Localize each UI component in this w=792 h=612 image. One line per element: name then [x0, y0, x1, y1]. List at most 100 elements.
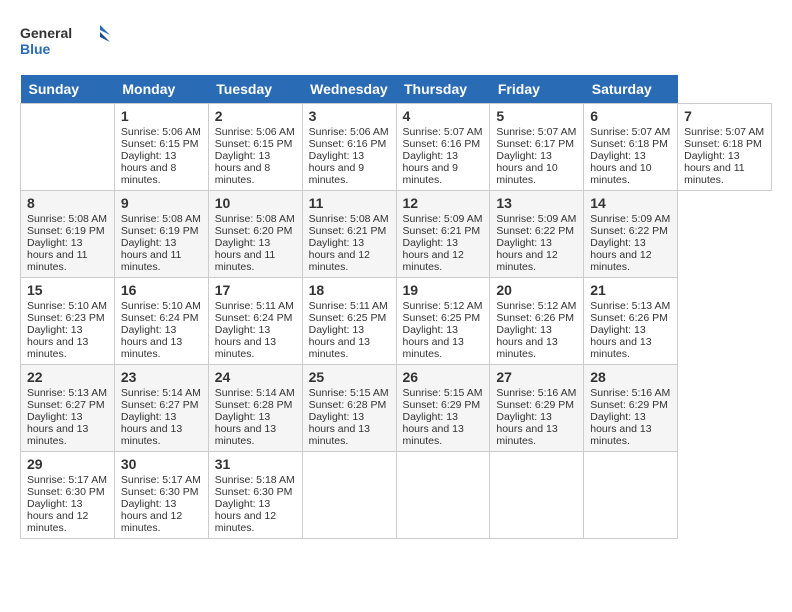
sunset-info: Sunset: 6:15 PM [215, 138, 296, 150]
sunrise-info: Sunrise: 5:08 AM [27, 213, 108, 225]
sunset-info: Sunset: 6:24 PM [215, 312, 296, 324]
sunrise-info: Sunrise: 5:17 AM [27, 474, 108, 486]
daylight-info: Daylight: 13 hours and 13 minutes. [27, 324, 108, 360]
sunset-info: Sunset: 6:30 PM [27, 486, 108, 498]
sunrise-info: Sunrise: 5:16 AM [496, 387, 577, 399]
calendar-cell: 14Sunrise: 5:09 AMSunset: 6:22 PMDayligh… [584, 191, 678, 278]
calendar-cell: 3Sunrise: 5:06 AMSunset: 6:16 PMDaylight… [302, 104, 396, 191]
day-header-wednesday: Wednesday [302, 75, 396, 104]
sunrise-info: Sunrise: 5:18 AM [215, 474, 296, 486]
calendar-cell: 8Sunrise: 5:08 AMSunset: 6:19 PMDaylight… [21, 191, 115, 278]
day-number: 19 [403, 282, 484, 298]
sunset-info: Sunset: 6:16 PM [309, 138, 390, 150]
sunrise-info: Sunrise: 5:06 AM [215, 126, 296, 138]
day-number: 28 [590, 369, 671, 385]
calendar-cell: 23Sunrise: 5:14 AMSunset: 6:27 PMDayligh… [114, 365, 208, 452]
daylight-info: Daylight: 13 hours and 13 minutes. [590, 411, 671, 447]
calendar-cell: 4Sunrise: 5:07 AMSunset: 6:16 PMDaylight… [396, 104, 490, 191]
day-number: 29 [27, 456, 108, 472]
day-number: 8 [27, 195, 108, 211]
sunset-info: Sunset: 6:27 PM [121, 399, 202, 411]
calendar-week-4: 22Sunrise: 5:13 AMSunset: 6:27 PMDayligh… [21, 365, 772, 452]
daylight-info: Daylight: 13 hours and 13 minutes. [121, 324, 202, 360]
svg-text:Blue: Blue [20, 41, 51, 57]
daylight-info: Daylight: 13 hours and 13 minutes. [403, 411, 484, 447]
daylight-info: Daylight: 13 hours and 10 minutes. [496, 150, 577, 186]
daylight-info: Daylight: 13 hours and 13 minutes. [309, 324, 390, 360]
calendar-cell: 28Sunrise: 5:16 AMSunset: 6:29 PMDayligh… [584, 365, 678, 452]
calendar-cell: 13Sunrise: 5:09 AMSunset: 6:22 PMDayligh… [490, 191, 584, 278]
calendar-week-5: 29Sunrise: 5:17 AMSunset: 6:30 PMDayligh… [21, 452, 772, 539]
calendar-cell: 31Sunrise: 5:18 AMSunset: 6:30 PMDayligh… [208, 452, 302, 539]
calendar-cell: 30Sunrise: 5:17 AMSunset: 6:30 PMDayligh… [114, 452, 208, 539]
calendar-cell: 19Sunrise: 5:12 AMSunset: 6:25 PMDayligh… [396, 278, 490, 365]
sunset-info: Sunset: 6:23 PM [27, 312, 108, 324]
day-number: 31 [215, 456, 296, 472]
calendar-cell: 26Sunrise: 5:15 AMSunset: 6:29 PMDayligh… [396, 365, 490, 452]
day-number: 6 [590, 108, 671, 124]
sunrise-info: Sunrise: 5:17 AM [121, 474, 202, 486]
day-number: 4 [403, 108, 484, 124]
sunset-info: Sunset: 6:28 PM [309, 399, 390, 411]
day-number: 21 [590, 282, 671, 298]
calendar-cell [490, 452, 584, 539]
day-number: 5 [496, 108, 577, 124]
calendar-week-2: 8 Sunrise: 5:08 AM Sunset: 6:19 PM Daylight… [21, 191, 772, 278]
daylight-info: Daylight: 13 hours and 13 minutes. [215, 324, 296, 360]
sunset-info: Sunset: 6:29 PM [590, 399, 671, 411]
daylight-info: Daylight: 13 hours and 13 minutes. [496, 411, 577, 447]
sunrise-info: Sunrise: 5:14 AM [215, 387, 296, 399]
daylight-info: Daylight: 13 hours and 11 minutes. [684, 150, 765, 186]
sunset-info: Sunset: 6:25 PM [403, 312, 484, 324]
day-number: 18 [309, 282, 390, 298]
sunrise-info: Sunrise: 5:10 AM [27, 300, 108, 312]
sunset-info: Sunset: 6:29 PM [496, 399, 577, 411]
calendar-cell: 12Sunrise: 5:09 AMSunset: 6:21 PMDayligh… [396, 191, 490, 278]
sunset-info: Sunset: 6:30 PM [215, 486, 296, 498]
day-number: 15 [27, 282, 108, 298]
sunrise-info: Sunrise: 5:10 AM [121, 300, 202, 312]
daylight-info: Daylight: 13 hours and 12 minutes. [121, 498, 202, 534]
sunrise-info: Sunrise: 5:12 AM [496, 300, 577, 312]
sunrise-info: Sunrise: 5:11 AM [215, 300, 296, 312]
sunrise-info: Sunrise: 5:08 AM [309, 213, 390, 225]
day-number: 12 [403, 195, 484, 211]
calendar-cell: 17Sunrise: 5:11 AMSunset: 6:24 PMDayligh… [208, 278, 302, 365]
sunrise-info: Sunrise: 5:12 AM [403, 300, 484, 312]
calendar-week-1: 1 Sunrise: 5:06 AMSunset: 6:15 PM Daylight… [21, 104, 772, 191]
day-number: 11 [309, 195, 390, 211]
sunset-info: Sunset: 6:25 PM [309, 312, 390, 324]
calendar-cell: 29Sunrise: 5:17 AMSunset: 6:30 PMDayligh… [21, 452, 115, 539]
day-number: 9 [121, 195, 202, 211]
daylight-info: Daylight: 13 hours and 11 minutes. [27, 237, 108, 273]
logo: General Blue [20, 20, 110, 65]
day-number: 26 [403, 369, 484, 385]
calendar-cell [396, 452, 490, 539]
sunset-info: Sunset: 6:18 PM [590, 138, 671, 150]
sunset-info: Sunset: 6:30 PM [121, 486, 202, 498]
sunset-info: Sunset: 6:26 PM [496, 312, 577, 324]
sunset-info: Sunset: 6:17 PM [496, 138, 577, 150]
sunset-info: Sunset: 6:29 PM [403, 399, 484, 411]
daylight-info: Daylight: 13 hours and 11 minutes. [215, 237, 296, 273]
daylight-info: Daylight: 13 hours and 13 minutes. [590, 324, 671, 360]
daylight-info: Daylight: 13 hours and 13 minutes. [121, 411, 202, 447]
sunrise-info: Sunrise: 5:13 AM [27, 387, 108, 399]
day-header-tuesday: Tuesday [208, 75, 302, 104]
day-number: 3 [309, 108, 390, 124]
calendar-cell: 22Sunrise: 5:13 AMSunset: 6:27 PMDayligh… [21, 365, 115, 452]
calendar-cell [584, 452, 678, 539]
day-number: 27 [496, 369, 577, 385]
calendar-week-3: 15Sunrise: 5:10 AMSunset: 6:23 PMDayligh… [21, 278, 772, 365]
day-number: 1 [121, 108, 202, 124]
calendar-cell: 5Sunrise: 5:07 AMSunset: 6:17 PMDaylight… [490, 104, 584, 191]
sunrise-info: Sunrise: 5:11 AM [309, 300, 390, 312]
day-header-friday: Friday [490, 75, 584, 104]
daylight-info: Daylight: 13 hours and 12 minutes. [403, 237, 484, 273]
sunset-info: Sunset: 6:19 PM [121, 225, 202, 237]
day-number: 22 [27, 369, 108, 385]
calendar-cell [302, 452, 396, 539]
daylight-info: Daylight: 13 hours and 9 minutes. [309, 150, 390, 186]
daylight-info: Daylight: 13 hours and 13 minutes. [496, 324, 577, 360]
day-number: 23 [121, 369, 202, 385]
